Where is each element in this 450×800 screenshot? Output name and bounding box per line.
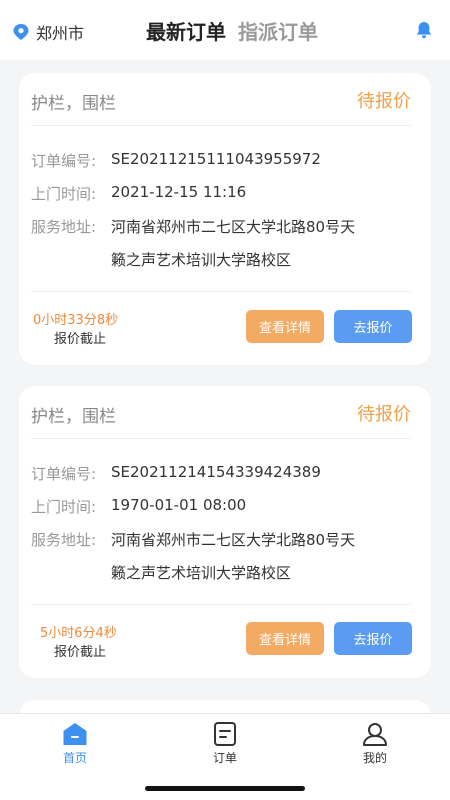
visit-time-value: 2021-12-15 11:16 (111, 183, 247, 201)
nav-item-orders[interactable]: 订单 (195, 722, 255, 766)
address-label: 服务地址: (31, 218, 97, 236)
address-label: 服务地址: (31, 531, 97, 549)
view-detail-button[interactable]: 查看详情 (246, 310, 324, 343)
order-tabs: 最新订单 指派订单 (146, 16, 330, 45)
view-detail-button[interactable]: 查看详情 (246, 622, 324, 655)
address-value-line1: 河南省郑州市二七区大学北路80号天 (111, 218, 356, 236)
order-status-badge: 待报价 (357, 91, 411, 112)
location-label: 郑州市 (36, 24, 85, 43)
order-status-badge: 待报价 (357, 404, 411, 425)
quote-deadline-label: 报价截止 (54, 645, 107, 660)
nav-item-me[interactable]: 我的 (345, 722, 405, 766)
address-value-line1: 河南省郑州市二七区大学北路80号天 (111, 531, 356, 549)
home-icon (63, 723, 87, 745)
divider (31, 438, 411, 439)
quote-countdown: 5小时6分4秒 (40, 626, 117, 641)
divider (31, 291, 411, 292)
divider (31, 604, 411, 605)
order-list[interactable]: 护栏，围栏 待报价 订单编号: SE20211215111043955972 上… (0, 60, 450, 713)
visit-time-label: 上门时间: (31, 498, 97, 516)
location-selector[interactable]: 郑州市 (12, 20, 84, 44)
location-pin-icon (13, 24, 29, 40)
nav-label-me: 我的 (362, 751, 387, 765)
order-number-value: SE20211214154339424389 (111, 463, 321, 481)
address-value-line2: 籁之声艺术培训大学路校区 (111, 251, 292, 269)
order-card: 护栏，围栏 待报价 订单编号: SE20211214154339424389 上… (19, 386, 431, 678)
order-service-title: 护栏，围栏 (31, 407, 116, 427)
visit-time-value: 1970-01-01 08:00 (111, 496, 247, 514)
address-value-line2: 籁之声艺术培训大学路校区 (111, 564, 292, 582)
quote-countdown: 0小时33分8秒 (33, 313, 119, 328)
top-bar: 郑州市 最新订单 指派订单 (0, 0, 450, 60)
go-quote-button[interactable]: 去报价 (334, 310, 412, 343)
order-list-icon (214, 722, 236, 746)
order-card-partial (19, 700, 431, 713)
order-number-label: 订单编号: (31, 152, 97, 170)
visit-time-label: 上门时间: (31, 185, 97, 203)
go-quote-button[interactable]: 去报价 (334, 622, 412, 655)
order-number-label: 订单编号: (31, 465, 97, 483)
user-profile-icon (363, 723, 387, 746)
order-number-value: SE20211215111043955972 (111, 150, 321, 168)
nav-label-orders: 订单 (212, 751, 237, 765)
order-service-title: 护栏，围栏 (31, 94, 116, 114)
nav-item-home[interactable]: 首页 (45, 722, 105, 766)
order-card: 护栏，围栏 待报价 订单编号: SE20211215111043955972 上… (19, 73, 431, 365)
home-indicator (145, 786, 305, 791)
tab-assigned-orders[interactable]: 指派订单 (238, 16, 318, 45)
nav-label-home: 首页 (62, 751, 87, 765)
divider (31, 125, 411, 126)
quote-deadline-label: 报价截止 (54, 332, 107, 347)
tab-latest-orders[interactable]: 最新订单 (146, 16, 226, 45)
bell-icon[interactable] (414, 20, 434, 40)
